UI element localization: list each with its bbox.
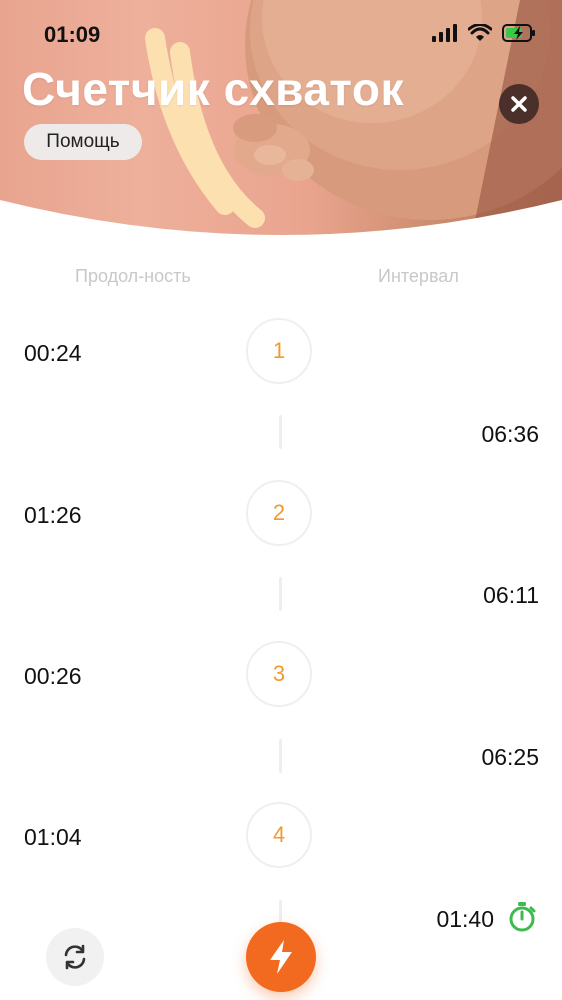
battery-icon: [502, 24, 535, 42]
timeline-connector: [279, 739, 282, 773]
contraction-number: 4: [246, 802, 312, 868]
interval-column-header: Интервал: [378, 266, 459, 286]
interval-value: 06:36: [481, 421, 539, 447]
close-button[interactable]: [499, 84, 539, 124]
wifi-icon: [468, 24, 492, 41]
contraction-duration: 01:26: [24, 502, 82, 528]
timeline-connector: [279, 577, 282, 611]
refresh-button[interactable]: [46, 928, 104, 986]
refresh-icon: [64, 944, 86, 970]
duration-column-header: Продол-ность: [75, 266, 191, 286]
stopwatch-icon: [509, 902, 536, 932]
help-button[interactable]: Помощь: [24, 124, 142, 160]
status-time: 01:09: [44, 22, 101, 47]
contraction-duration: 01:04: [24, 824, 82, 850]
contraction-number: 2: [246, 480, 312, 546]
status-icons: [432, 24, 536, 42]
page-title: Счетчик схваток: [22, 63, 404, 115]
interval-value: 06:25: [481, 744, 539, 770]
status-bar: 01:09: [0, 0, 562, 68]
contraction-duration: 00:26: [24, 663, 82, 689]
timeline-connector: [279, 415, 282, 449]
interval-value: 06:11: [483, 582, 539, 608]
close-icon: [511, 96, 527, 112]
signal-icon: [432, 24, 457, 42]
contraction-duration: 00:24: [24, 340, 82, 366]
contraction-number: 3: [246, 641, 312, 707]
current-interval-value: 01:40: [436, 906, 494, 932]
start-contraction-button[interactable]: [246, 922, 316, 992]
lightning-icon: [270, 940, 292, 974]
contraction-number: 1: [246, 318, 312, 384]
